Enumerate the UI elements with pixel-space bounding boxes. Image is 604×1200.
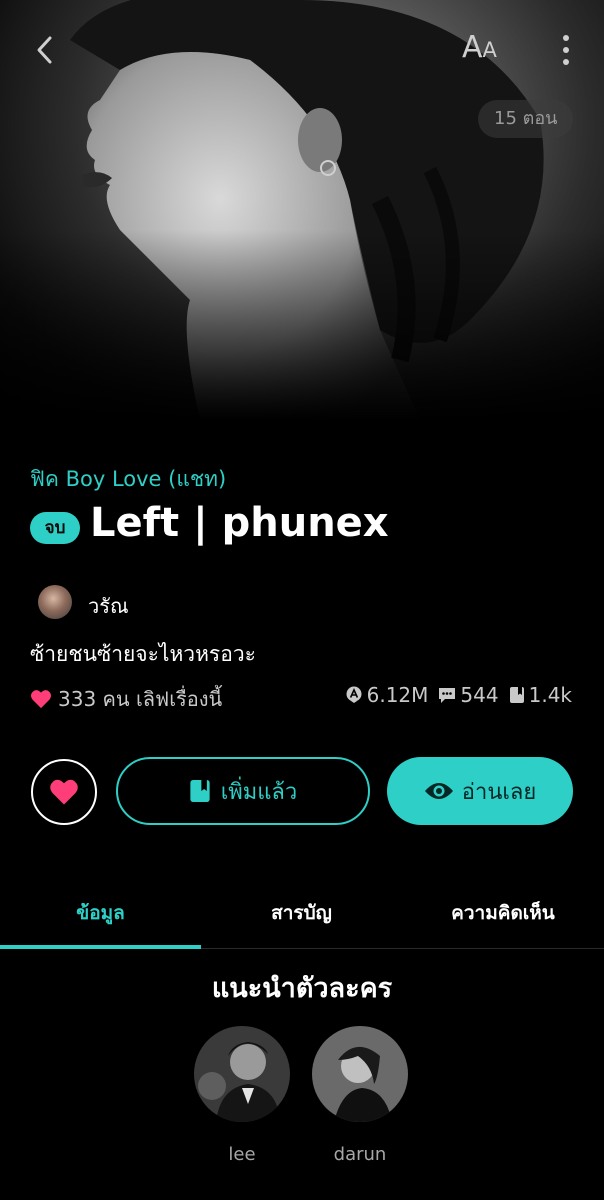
comments-stat: 544 [438, 683, 499, 707]
story-title: Left | phunex [90, 500, 389, 546]
eye-icon [424, 783, 453, 799]
genre-link[interactable]: ฟิค Boy Love (แชท) [30, 463, 226, 496]
character-card[interactable]: lee [194, 1026, 290, 1165]
tab-info[interactable]: ข้อมูล [0, 898, 201, 928]
heart-icon [31, 690, 51, 709]
adds-stat: 1.4k [509, 683, 572, 707]
tab-contents[interactable]: สารบัญ [201, 898, 402, 928]
character-card[interactable]: darun [312, 1026, 408, 1165]
tab-comments[interactable]: ความคิดเห็น [402, 898, 604, 928]
character-name: darun [333, 1144, 387, 1165]
bookmark-book-icon [190, 780, 210, 802]
read-now-label: อ่านเลย [461, 779, 537, 805]
comments-count: 544 [460, 683, 499, 707]
comment-icon [439, 688, 456, 703]
book-icon [509, 687, 524, 703]
character-name: lee [228, 1144, 256, 1165]
add-to-library-label: เพิ่มแล้ว [220, 779, 298, 805]
detail-tabs: ข้อมูล สารบัญ ความคิดเห็น [0, 880, 604, 949]
font-size-icon[interactable]: AA [462, 30, 514, 70]
story-stats: 6.12M 544 1.4k [335, 683, 572, 707]
like-button[interactable] [31, 759, 97, 825]
active-tab-indicator [0, 945, 201, 949]
author-name[interactable]: วรัณ [88, 590, 129, 622]
character-avatar [194, 1026, 290, 1122]
back-chevron-icon[interactable] [28, 32, 64, 68]
author-avatar[interactable] [38, 585, 72, 619]
read-now-button[interactable]: อ่านเลย [387, 757, 573, 825]
more-vertical-icon[interactable] [554, 32, 578, 68]
story-tagline: ซ้ายชนซ้ายจะไหวหรอวะ [30, 642, 256, 666]
views-stat: 6.12M [345, 683, 429, 707]
views-icon [346, 686, 362, 703]
views-count: 6.12M [366, 683, 429, 707]
character-avatar [312, 1026, 408, 1122]
heart-icon [50, 779, 78, 805]
add-to-library-button[interactable]: เพิ่มแล้ว [116, 757, 370, 825]
likes-text: 333 คน เลิฟเรื่องนี้ [58, 687, 223, 711]
characters-section-title: แนะนำตัวละคร [211, 973, 393, 1004]
adds-count: 1.4k [528, 683, 572, 707]
likes-count: 333 คน เลิฟเรื่องนี้ [30, 683, 222, 715]
cover-fade [0, 230, 604, 420]
episode-count-badge: 15 ตอน [478, 100, 574, 138]
status-badge: จบ [30, 512, 80, 544]
